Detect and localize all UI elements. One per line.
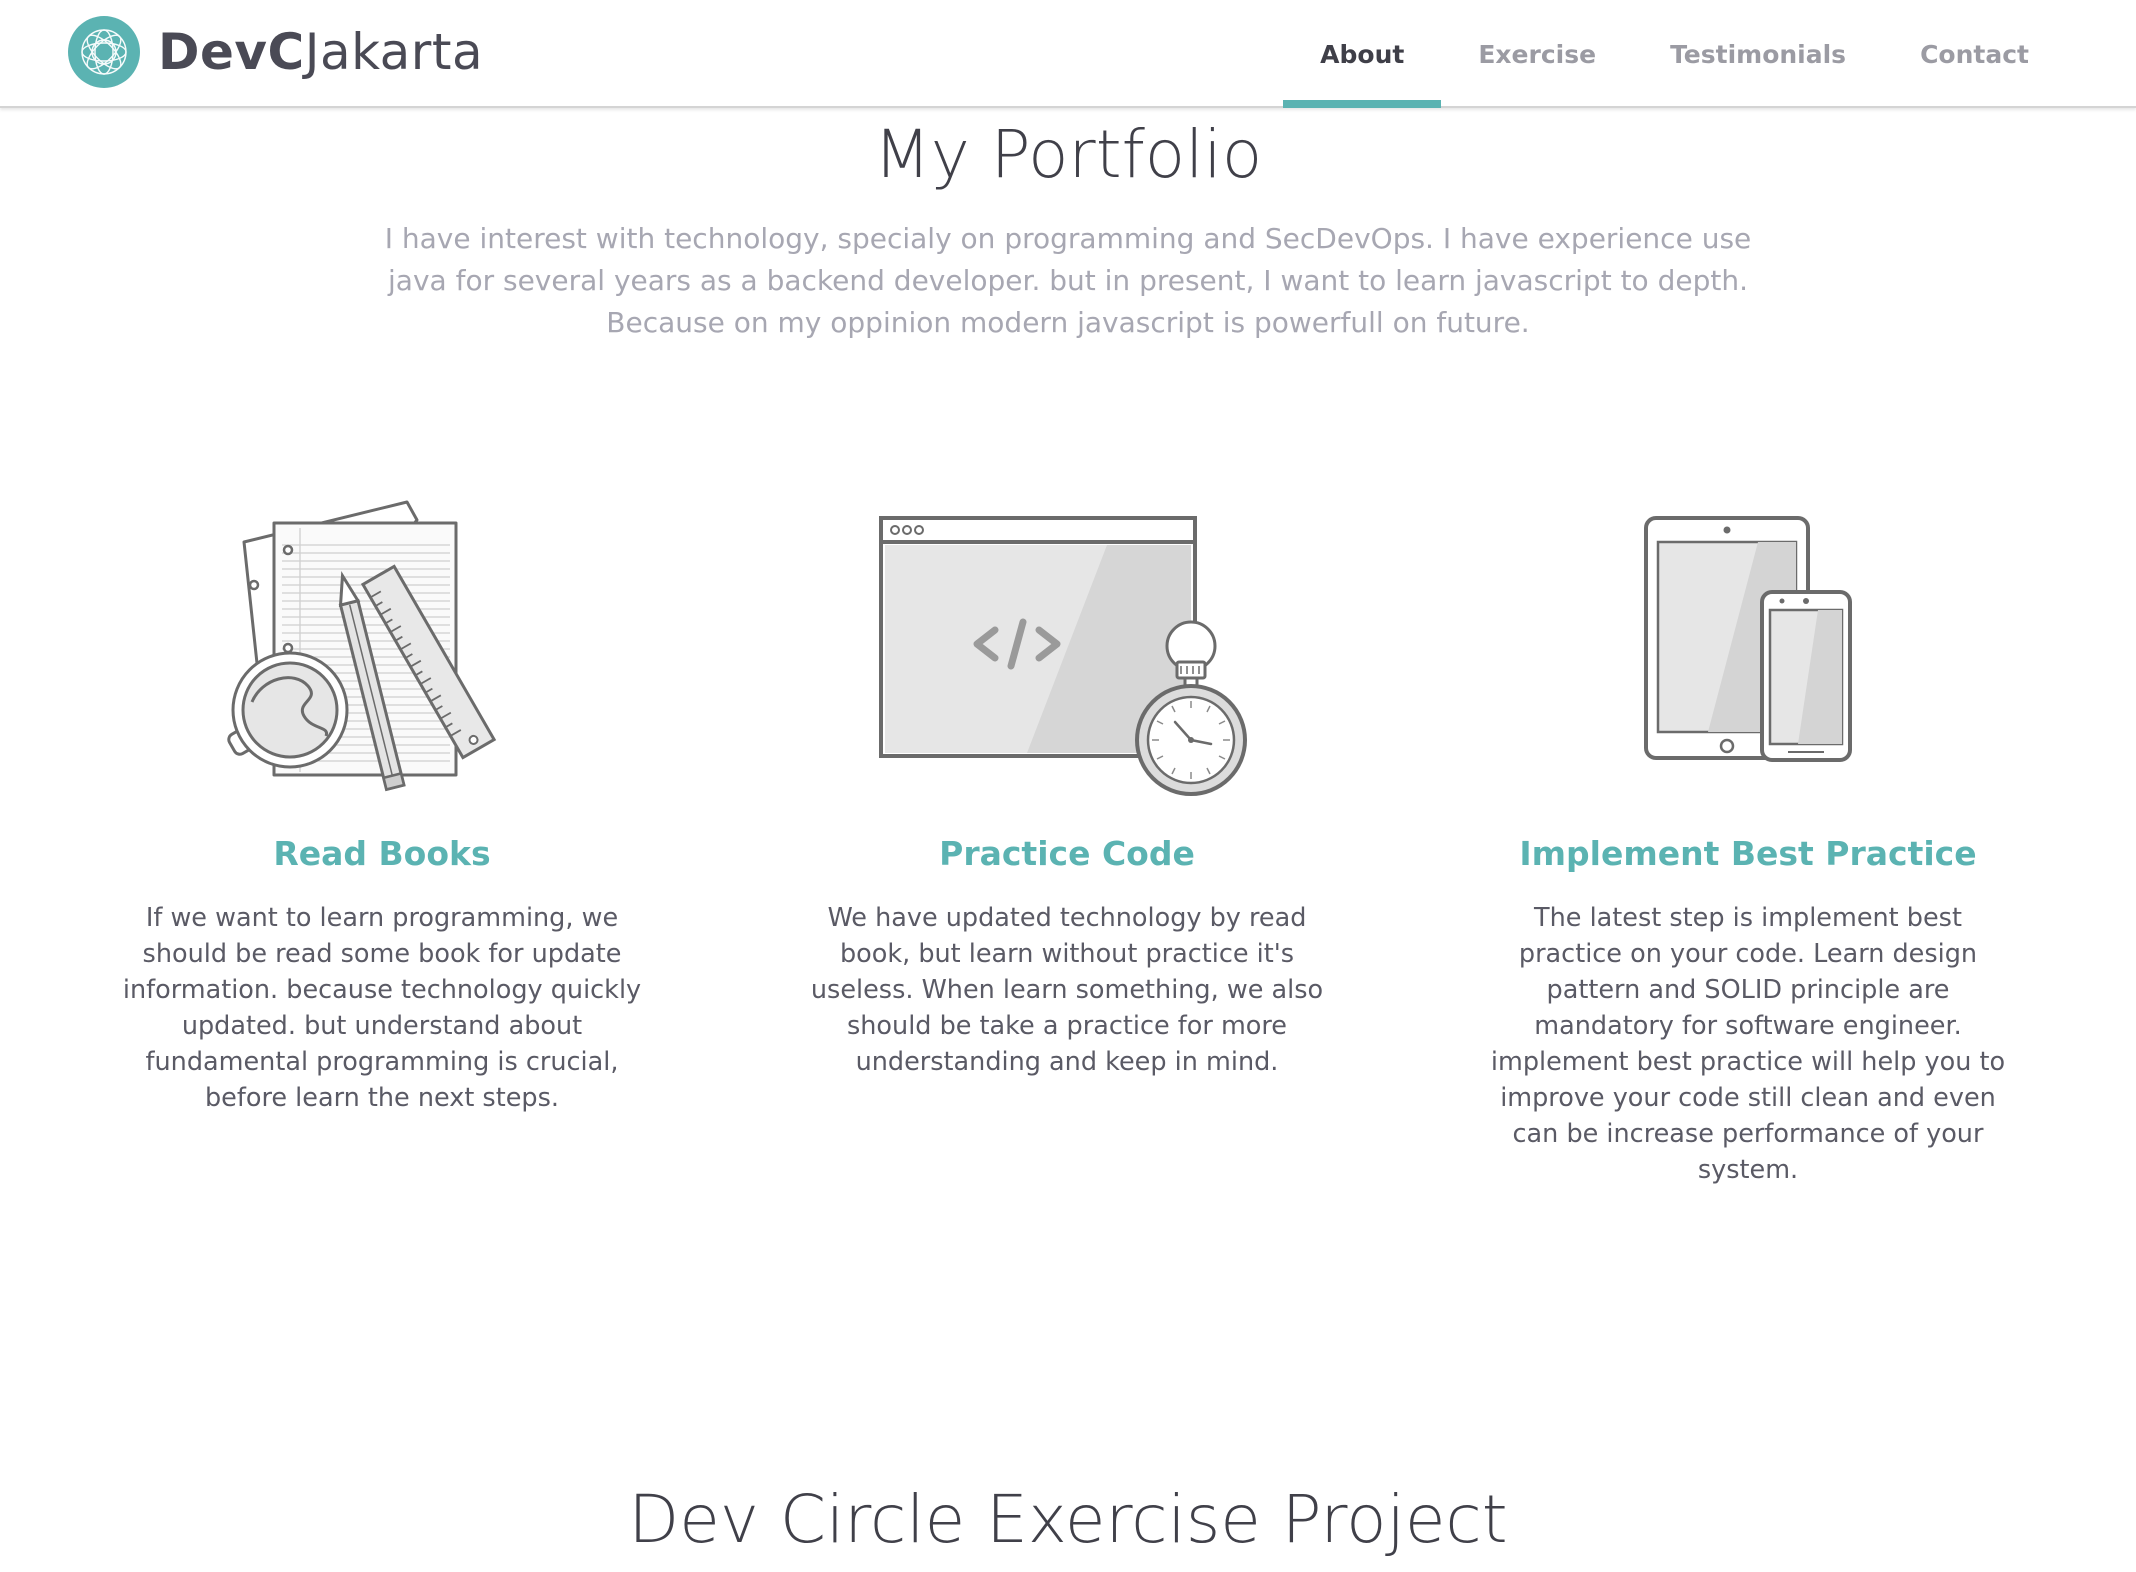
feature-implement-best-practice: Implement Best Practice The latest step … bbox=[1478, 490, 2018, 1188]
code-browser-icon bbox=[797, 490, 1337, 800]
feature-read-books: Read Books If we want to learn programmi… bbox=[112, 490, 652, 1116]
feature-description: If we want to learn programming, we shou… bbox=[122, 903, 642, 1113]
portfolio-intro: I have interest with technology, special… bbox=[384, 222, 1752, 339]
brand[interactable]: DevCJakarta bbox=[68, 16, 483, 88]
nav-link-testimonials[interactable]: Testimonials bbox=[1633, 0, 1883, 108]
feature-description: We have updated technology by read book,… bbox=[810, 903, 1324, 1077]
exercise-section-title: Dev Circle Exercise Project bbox=[628, 1481, 1508, 1558]
nav-link-about[interactable]: About bbox=[1283, 0, 1442, 108]
devices-icon bbox=[1478, 490, 2018, 800]
top-navbar: DevCJakarta About Exercise Testimonials … bbox=[0, 0, 2136, 108]
portfolio-title: My Portfolio bbox=[873, 116, 1263, 193]
feature-practice-code: Practice Code We have updated technology… bbox=[797, 490, 1337, 1080]
feature-description: The latest step is implement best practi… bbox=[1490, 903, 2006, 1185]
main-nav: About Exercise Testimonials Contact bbox=[1283, 0, 2066, 108]
books-icon bbox=[112, 490, 652, 800]
brand-name: DevCJakarta bbox=[158, 27, 483, 77]
brand-name-light: Jakarta bbox=[304, 23, 484, 81]
nav-link-contact[interactable]: Contact bbox=[1883, 0, 2066, 108]
brand-logo-icon bbox=[68, 16, 140, 88]
brand-name-bold: DevC bbox=[158, 23, 305, 81]
feature-title: Read Books bbox=[273, 834, 491, 873]
feature-title: Practice Code bbox=[939, 834, 1195, 873]
nav-link-exercise[interactable]: Exercise bbox=[1441, 0, 1633, 108]
feature-title: Implement Best Practice bbox=[1519, 834, 1977, 873]
